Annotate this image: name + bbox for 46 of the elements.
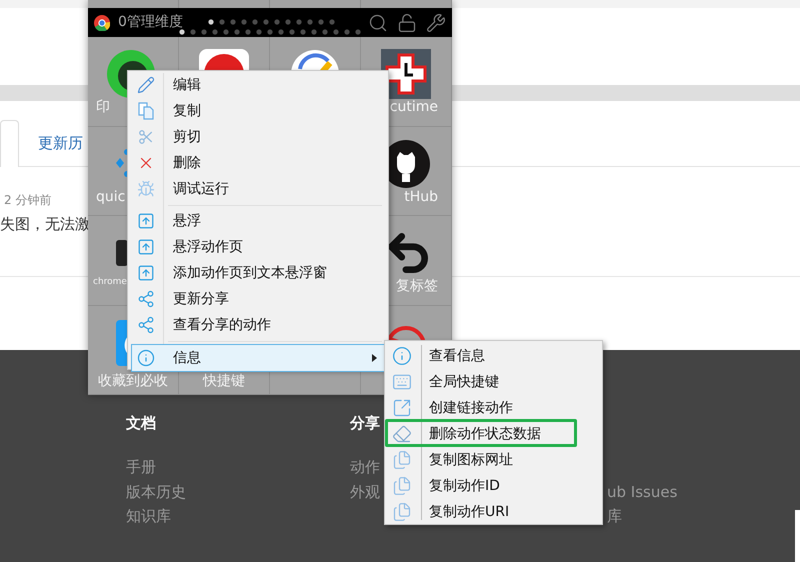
external-link-icon — [392, 398, 412, 418]
info-icon — [392, 346, 412, 366]
body-text: 失图，无法激 — [0, 214, 90, 235]
clock-cross-app-icon — [381, 49, 431, 99]
timestamp: 2 分钟前 — [4, 192, 52, 209]
arrow-up-square-icon — [137, 212, 155, 230]
menu-item[interactable]: 全局快捷键 — [385, 369, 602, 395]
app-label: 快捷键 — [203, 372, 245, 390]
footer-heading: 分享 — [350, 413, 380, 434]
lock-icon[interactable] — [397, 12, 417, 32]
menu-item[interactable]: 创建链接动作 — [385, 395, 602, 421]
menu-item[interactable]: 删除动作状态数据 — [385, 421, 602, 447]
menu-item[interactable]: 查看信息 — [385, 343, 602, 369]
share-icon — [137, 316, 155, 334]
menu-item[interactable]: 复制动作ID — [385, 473, 602, 499]
eraser-icon — [392, 424, 412, 444]
window-title: 0管理维度 — [118, 13, 183, 32]
scissors-icon — [137, 128, 155, 146]
tab[interactable]: 更新历 — [38, 120, 83, 166]
pencil-icon — [137, 76, 155, 94]
app-label: chrome — [93, 276, 127, 289]
search-icon[interactable] — [368, 12, 388, 32]
keyboard-icon — [392, 372, 412, 392]
files-icon — [392, 450, 412, 470]
info-icon — [137, 349, 155, 367]
app-label: quic — [96, 188, 126, 206]
settings-icon[interactable] — [426, 12, 446, 32]
footer-heading: 文档 — [126, 413, 156, 434]
share-icon — [137, 290, 155, 308]
menu-item[interactable]: 信息 — [131, 344, 385, 372]
app-label: 收藏到必收 — [98, 372, 168, 390]
copy-icon — [137, 102, 155, 120]
app-glyph-icon — [116, 240, 128, 266]
menu-item[interactable]: 复制动作URI — [385, 499, 602, 525]
arrow-up-square-icon — [137, 238, 155, 256]
bug-icon — [137, 180, 155, 198]
app-label: 印 — [96, 98, 110, 117]
files-icon — [392, 476, 412, 496]
app-label: tHub — [404, 188, 438, 206]
files-icon — [392, 502, 412, 522]
browser-logo-icon — [94, 14, 110, 30]
app-label: cutime — [390, 98, 438, 117]
app-label: 复标签 — [396, 277, 438, 296]
menu-item[interactable]: 查看分享的动作 — [131, 312, 385, 338]
menu-item[interactable]: 复制图标网址 — [385, 447, 602, 473]
arrow-up-square-icon — [137, 264, 155, 282]
